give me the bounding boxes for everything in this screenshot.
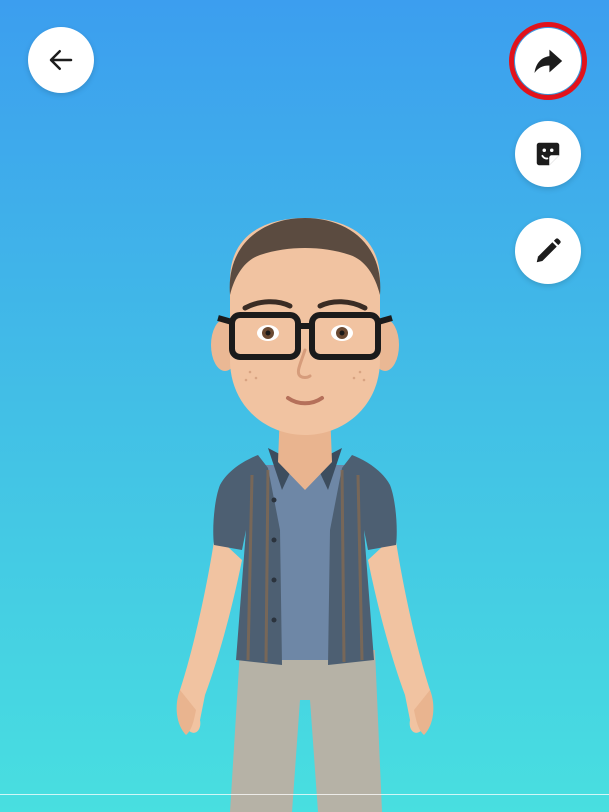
share-button[interactable]	[515, 28, 581, 94]
edit-avatar-button[interactable]	[515, 218, 581, 284]
back-button[interactable]	[28, 27, 94, 93]
avatar-screen	[0, 0, 609, 812]
sticker-face-icon	[533, 139, 563, 169]
pencil-icon	[533, 236, 563, 266]
avatar-figure	[176, 218, 434, 812]
sticker-button[interactable]	[515, 121, 581, 187]
arrow-left-icon	[46, 45, 76, 75]
floor-line	[0, 794, 609, 795]
pants	[230, 650, 382, 812]
share-arrow-icon	[531, 44, 565, 78]
